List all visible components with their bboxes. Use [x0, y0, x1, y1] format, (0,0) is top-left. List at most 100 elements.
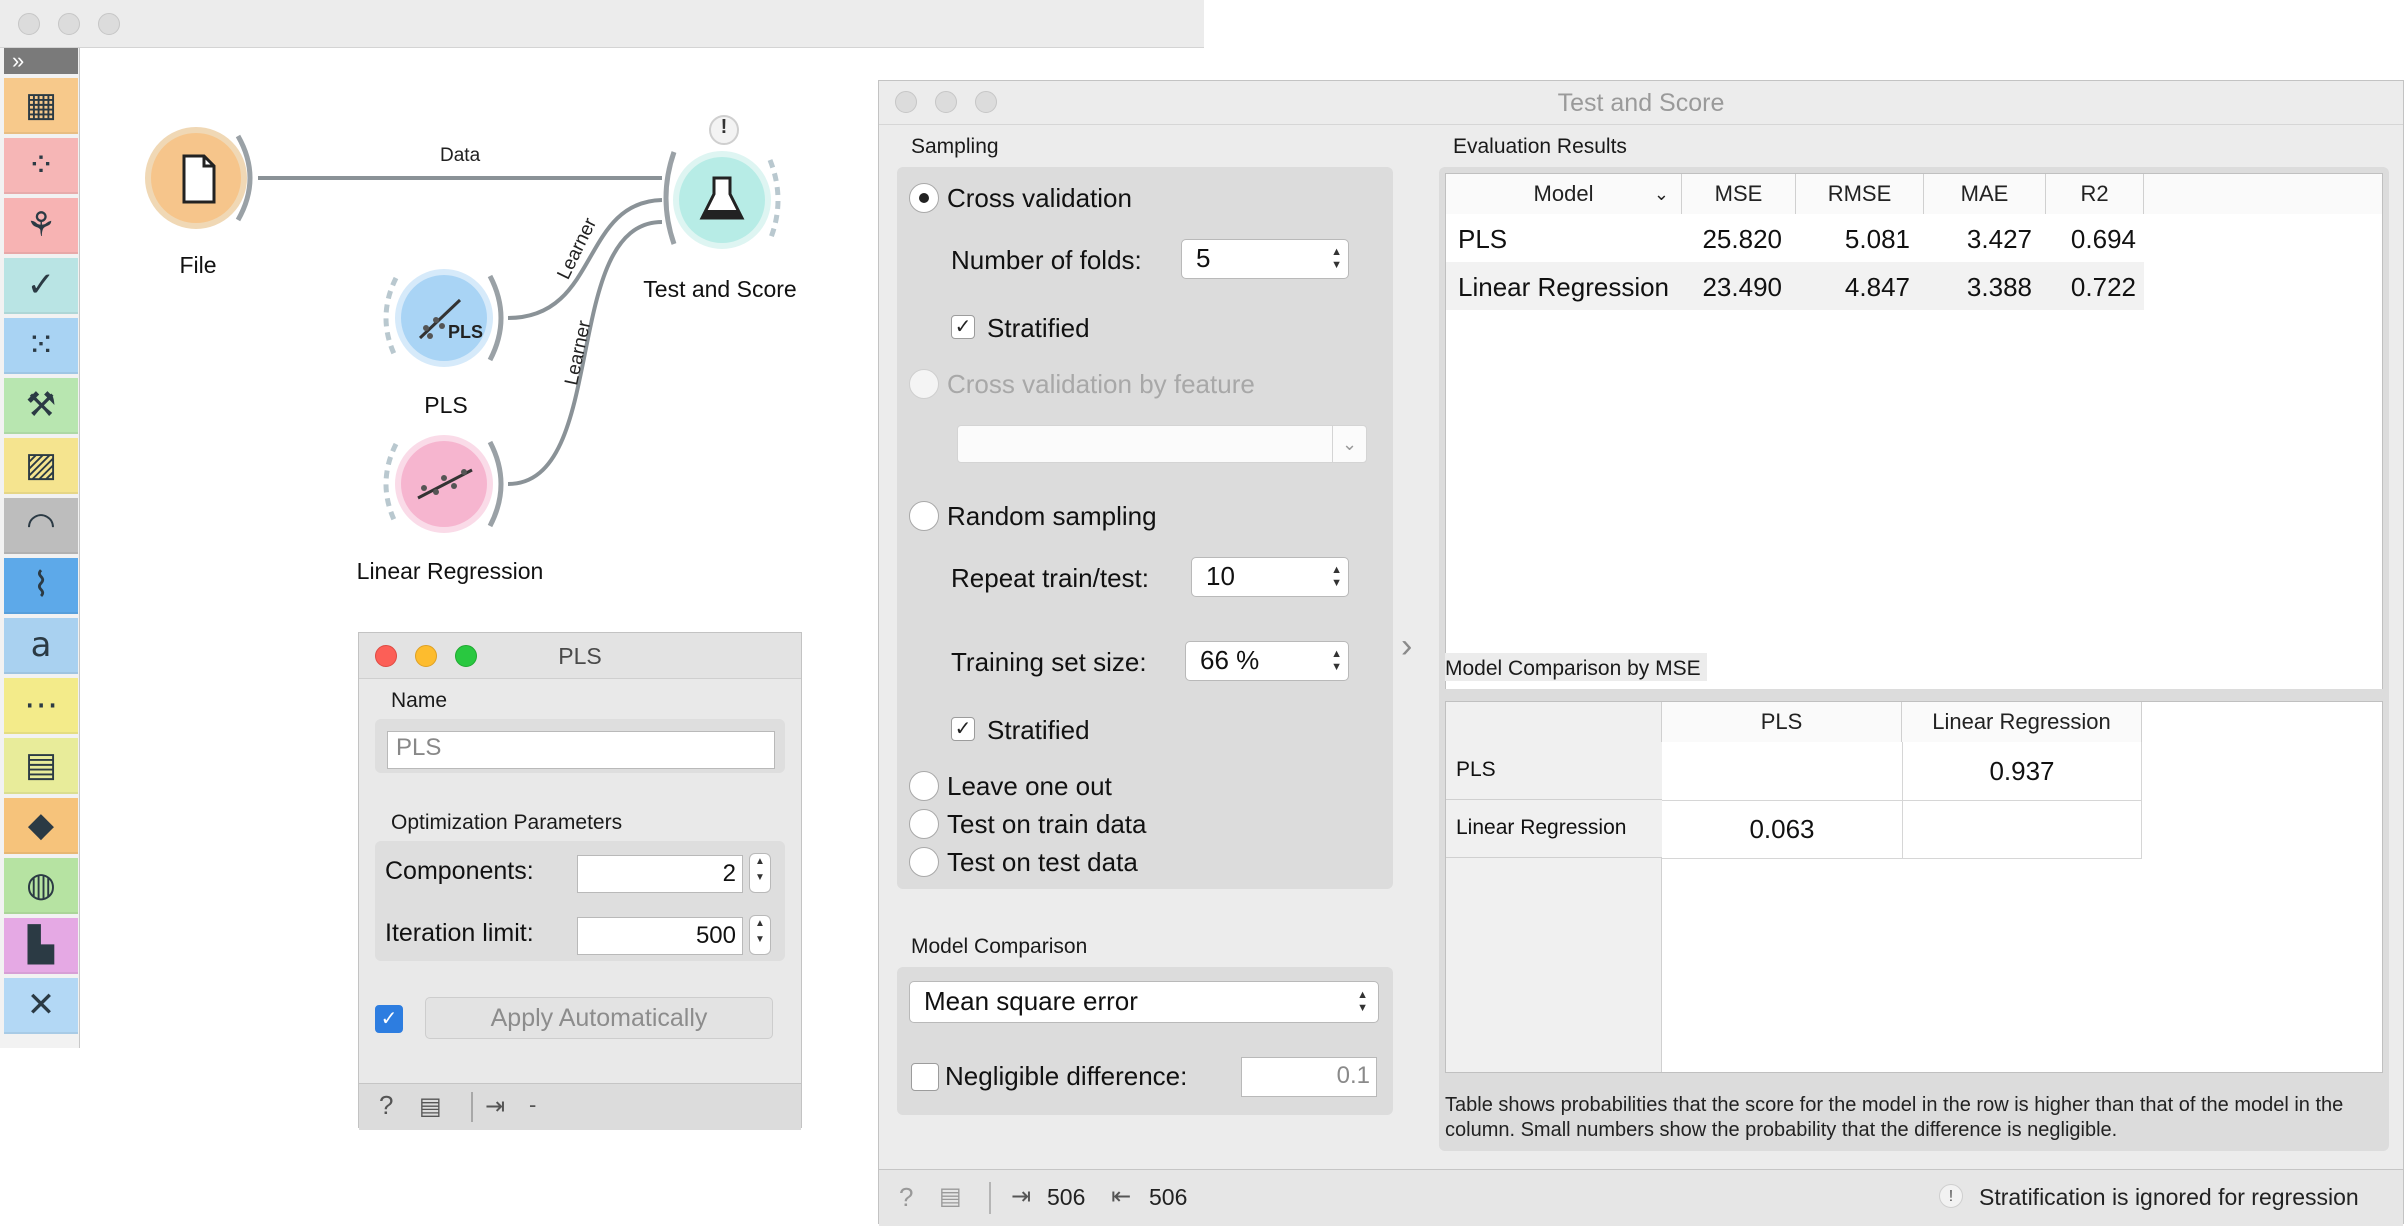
- leave-one-out-label: Leave one out: [947, 771, 1112, 801]
- column-header-mae[interactable]: MAE: [1924, 174, 2046, 214]
- comparison-table-label: Model Comparison by MSE: [1445, 653, 1707, 681]
- cell-rmse: 5.081: [1844, 224, 1910, 254]
- widget-pls[interactable]: PLS: [380, 266, 510, 370]
- components-label: Components:: [385, 857, 534, 885]
- random-sampling-radio[interactable]: [909, 501, 939, 531]
- stratified-checkbox[interactable]: ✓: [951, 717, 975, 741]
- test-and-score-status-bar: ? ▤ ⇥ 506 ⇤ 506 ! Stratification is igno…: [879, 1169, 2403, 1226]
- repeat-train-test-label: Repeat train/test:: [951, 563, 1149, 593]
- column-header-empty: [2144, 174, 2382, 214]
- iteration-limit-stepper[interactable]: ▲ ▼: [749, 915, 771, 955]
- row-label-linear-regression: Linear Regression: [1456, 816, 1627, 839]
- file-widget-icon: [145, 127, 253, 229]
- widget-linear-regression[interactable]: [380, 432, 510, 536]
- column-header-mse[interactable]: MSE: [1682, 174, 1796, 214]
- cell-mae: 3.388: [1966, 272, 2032, 302]
- cell-divider: [1662, 858, 2142, 859]
- components-stepper[interactable]: ▲ ▼: [749, 853, 771, 893]
- cv-by-feature-radio[interactable]: [909, 369, 939, 399]
- test-on-test-radio[interactable]: [909, 847, 939, 877]
- stratified-label: Stratified: [987, 313, 1090, 343]
- stratified-label: Stratified: [987, 715, 1090, 745]
- status-divider: [471, 1092, 473, 1122]
- cell-r2: 0.694: [2070, 224, 2136, 254]
- comparison-table[interactable]: PLS Linear Regression PLS Linear Regress…: [1445, 701, 2383, 1073]
- negligible-difference-input[interactable]: 0.1: [1241, 1057, 1377, 1097]
- test-and-score-window: Test and Score Sampling Cross validation…: [878, 80, 2404, 1226]
- output-icon: ⇤: [1111, 1183, 1132, 1210]
- status-dash: -: [529, 1092, 537, 1117]
- number-of-folds-spinbox[interactable]: 5 ▲ ▼: [1181, 239, 1349, 279]
- cell-model: Linear Regression: [1458, 272, 1670, 302]
- test-and-score-titlebar: Test and Score: [879, 81, 2403, 125]
- report-icon[interactable]: ▤: [939, 1182, 962, 1211]
- apply-automatically-checkbox[interactable]: ✓: [375, 1005, 403, 1033]
- evaluation-results-table[interactable]: Model ⌄ MSE RMSE MAE R2 PLS 25.820 5.081…: [1445, 173, 2383, 703]
- training-set-size-spinbox[interactable]: 66 % ▲ ▼: [1185, 641, 1349, 681]
- sampling-group-label: Sampling: [911, 135, 999, 158]
- model-comparison-group-label: Model Comparison: [911, 935, 1088, 958]
- cv-feature-select[interactable]: ⌄: [957, 425, 1367, 463]
- warning-icon: !: [1939, 1184, 1963, 1208]
- status-warning-text: Stratification is ignored for regression: [1979, 1184, 2359, 1210]
- widget-label-linear-regression: Linear Regression: [356, 558, 544, 584]
- link-label-data: Data: [440, 145, 481, 166]
- test-on-train-radio[interactable]: [909, 809, 939, 839]
- chevron-down-icon: ⌄: [1653, 184, 1669, 204]
- negligible-difference-checkbox[interactable]: [911, 1063, 939, 1091]
- input-icon: ⇥: [485, 1093, 506, 1120]
- pls-widget-icon: PLS: [383, 269, 504, 367]
- chevron-down-icon: ⌄: [1332, 426, 1366, 462]
- negligible-difference-label: Negligible difference:: [945, 1061, 1188, 1091]
- training-set-size-label: Training set size:: [951, 647, 1147, 677]
- widget-label-file: File: [179, 252, 217, 278]
- output-count: 506: [1149, 1184, 1188, 1210]
- evaluation-results-label: Evaluation Results: [1453, 135, 1627, 158]
- table-row[interactable]: [1446, 214, 2144, 262]
- report-icon[interactable]: ▤: [419, 1092, 442, 1121]
- test-on-test-label: Test on test data: [947, 847, 1138, 877]
- column-header-model[interactable]: Model ⌄: [1446, 174, 1682, 214]
- widget-file[interactable]: [142, 126, 262, 230]
- iteration-limit-label: Iteration limit:: [385, 919, 534, 947]
- random-sampling-label: Random sampling: [947, 501, 1157, 531]
- widget-label-test-and-score: Test and Score: [643, 276, 797, 302]
- pls-dialog: PLS Name PLS Optimization Parameters Com…: [358, 632, 802, 1130]
- row-label-pls: PLS: [1456, 758, 1496, 781]
- pls-status-bar: ? ▤ ⇥ -: [359, 1083, 801, 1130]
- chevron-right-icon[interactable]: ›: [1401, 627, 1412, 666]
- comparison-metric-select[interactable]: Mean square error ▲ ▼: [909, 981, 1379, 1023]
- comparison-note: Table shows probabilities that the score…: [1445, 1094, 2344, 1141]
- apply-automatically-button[interactable]: Apply Automatically: [425, 997, 773, 1039]
- cross-validation-label: Cross validation: [947, 183, 1132, 213]
- test-on-train-label: Test on train data: [947, 809, 1147, 839]
- number-of-folds-label: Number of folds:: [951, 245, 1142, 275]
- column-header-pls[interactable]: PLS: [1662, 702, 1902, 742]
- test-and-score-title: Test and Score: [1557, 89, 1725, 117]
- svg-text:PLS: PLS: [448, 322, 483, 342]
- cross-validation-radio[interactable]: [909, 183, 939, 213]
- comparison-cell: 0.063: [1749, 814, 1815, 844]
- components-input[interactable]: 2: [577, 855, 743, 893]
- input-count: 506: [1047, 1184, 1086, 1210]
- cell-mse: 25.820: [1702, 224, 1782, 254]
- status-divider: [989, 1182, 991, 1214]
- iteration-limit-input[interactable]: 500: [577, 917, 743, 955]
- input-icon: ⇥: [1011, 1183, 1032, 1210]
- leave-one-out-radio[interactable]: [909, 771, 939, 801]
- column-header-linear-regression[interactable]: Linear Regression: [1902, 702, 2142, 742]
- help-icon[interactable]: ?: [899, 1182, 913, 1213]
- repeat-train-test-spinbox[interactable]: 10 ▲ ▼: [1191, 557, 1349, 597]
- column-header-rmse[interactable]: RMSE: [1796, 174, 1924, 214]
- cell-rmse: 4.847: [1844, 272, 1910, 302]
- cell-mse: 23.490: [1702, 272, 1782, 302]
- cv-by-feature-label: Cross validation by feature: [947, 369, 1255, 399]
- pls-titlebar: PLS: [359, 633, 801, 679]
- stratified-checkbox[interactable]: ✓: [951, 315, 975, 339]
- optimization-group-label: Optimization Parameters: [391, 811, 623, 834]
- warning-icon: !: [720, 116, 728, 138]
- help-icon[interactable]: ?: [379, 1090, 393, 1121]
- name-input[interactable]: PLS: [387, 731, 775, 769]
- widget-label-pls: PLS: [424, 392, 468, 418]
- column-header-r2[interactable]: R2: [2046, 174, 2144, 214]
